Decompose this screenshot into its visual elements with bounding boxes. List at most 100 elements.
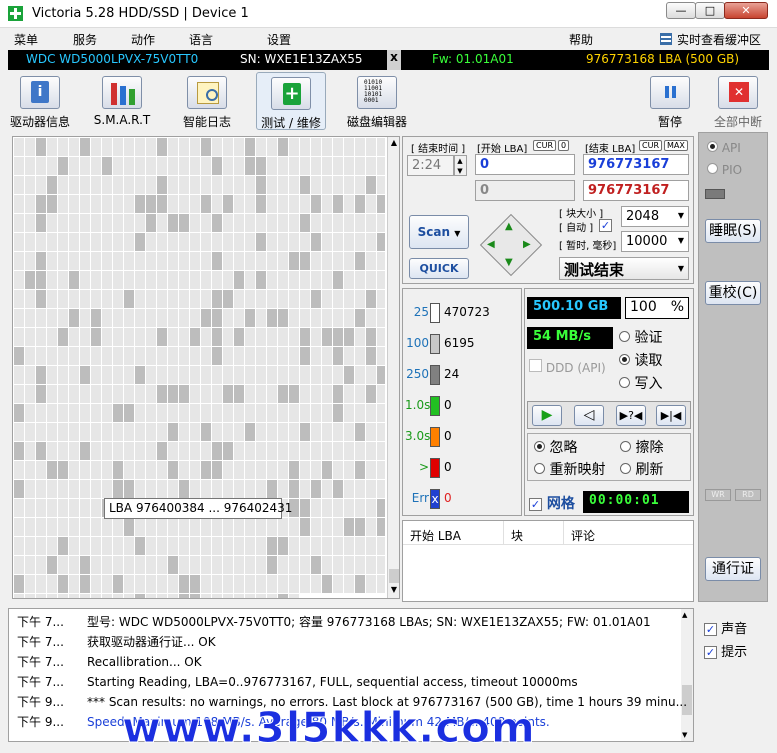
ddd-api-option[interactable]: DDD (API): [529, 359, 606, 375]
arrow-left-icon[interactable]: ◀: [487, 239, 495, 250]
rewind-icon[interactable]: ◁: [574, 405, 604, 426]
block-cell: [212, 537, 222, 555]
arrow-up-icon[interactable]: ▲: [505, 221, 513, 232]
block-cell: [333, 404, 343, 422]
block-cell: [289, 575, 299, 593]
log-scrollbar[interactable]: ▲ ▼: [681, 609, 693, 741]
quick-button[interactable]: QUICK: [409, 258, 469, 279]
start-zero-button[interactable]: 0: [558, 140, 570, 151]
grid-checkbox[interactable]: ✓: [529, 498, 542, 511]
step-icon[interactable]: ▶|◀: [656, 405, 686, 426]
sleep-button[interactable]: 睡眠(S): [705, 219, 761, 243]
sound-option[interactable]: ✓ 声音: [704, 618, 747, 637]
block-cell: [245, 195, 255, 213]
maximize-button[interactable]: □: [695, 2, 725, 19]
block-cell: [124, 176, 134, 194]
drive-info-button[interactable]: i 驱动器信息: [6, 72, 74, 130]
block-cell: [344, 518, 354, 536]
col-start-lba[interactable]: 开始 LBA: [410, 527, 461, 544]
block-cell: [190, 252, 200, 270]
pio-option[interactable]: PIO: [707, 163, 742, 177]
menu-main[interactable]: 菜单: [14, 31, 38, 48]
direction-pad[interactable]: ▲ ▼ ◀ ▶: [479, 213, 543, 277]
block-cell: [80, 404, 90, 422]
hints-checkbox[interactable]: ✓: [704, 646, 717, 659]
arrow-right-icon[interactable]: ▶: [523, 239, 531, 250]
menu-settings[interactable]: 设置: [267, 31, 291, 48]
close-button[interactable]: ✕: [724, 2, 768, 19]
play-icon[interactable]: ▶: [532, 405, 562, 426]
block-cell: [69, 385, 79, 403]
ignore-option[interactable]: 忽略: [534, 437, 577, 457]
timeout-select[interactable]: 10000 ▼: [621, 231, 689, 252]
scroll-up-icon[interactable]: ▲: [682, 611, 687, 619]
block-cell: [212, 442, 222, 460]
skip-unknown-icon[interactable]: ▶?◀: [616, 405, 646, 426]
block-size-select[interactable]: 2048 ▼: [621, 206, 689, 227]
menu-service[interactable]: 服务: [73, 31, 97, 48]
scroll-down-icon[interactable]: ▼: [389, 585, 399, 597]
block-cell: [25, 499, 35, 517]
erase-option[interactable]: 擦除: [620, 437, 663, 457]
remap-radio[interactable]: [534, 463, 545, 474]
passport-button[interactable]: 通行证: [705, 557, 761, 581]
block-cell: [14, 594, 24, 598]
scan-button[interactable]: Scan ▼: [409, 215, 469, 249]
end-lba-current-field: 976773167: [583, 180, 689, 201]
refresh-radio[interactable]: [620, 463, 631, 474]
block-cell: [366, 442, 376, 460]
write-option[interactable]: 写入: [619, 373, 662, 393]
api-radio[interactable]: [707, 141, 718, 152]
minimize-button[interactable]: —: [666, 2, 696, 19]
block-cell: [333, 214, 343, 232]
scroll-up-icon[interactable]: ▲: [389, 138, 399, 150]
smart-log-button[interactable]: 智能日志: [174, 72, 240, 130]
read-option[interactable]: 读取: [619, 350, 662, 370]
start-cur-button[interactable]: CUR: [533, 140, 556, 151]
grid-option[interactable]: ✓ 网格: [529, 493, 575, 513]
verify-option[interactable]: 验证: [619, 327, 662, 347]
end-cur-button[interactable]: CUR: [639, 140, 662, 151]
menu-help[interactable]: 帮助: [569, 31, 593, 48]
device-close-button[interactable]: x: [387, 50, 401, 70]
menu-language[interactable]: 语言: [189, 31, 213, 48]
col-comment[interactable]: 评论: [571, 527, 595, 544]
ddd-checkbox[interactable]: [529, 359, 542, 372]
menu-live-cache[interactable]: 实时查看缓冲区: [677, 31, 761, 48]
disk-editor-button[interactable]: 01010 11001 10101 0001 磁盘编辑器: [342, 72, 412, 130]
device-model[interactable]: WDC WD5000LPVX-75V0TT0: [26, 52, 198, 66]
block-cell: [234, 575, 244, 593]
refresh-option[interactable]: 刷新: [620, 459, 663, 479]
result-select[interactable]: 测试结束 ▼: [559, 257, 689, 280]
sound-checkbox[interactable]: ✓: [704, 623, 717, 636]
write-radio[interactable]: [619, 377, 630, 388]
test-repair-button[interactable]: + 测试 / 维修: [256, 72, 326, 130]
abort-all-button[interactable]: ✕ 全部中断: [708, 72, 768, 130]
block-cell: [14, 176, 24, 194]
hints-option[interactable]: ✓ 提示: [704, 641, 747, 660]
block-cell: [234, 157, 244, 175]
ignore-radio[interactable]: [534, 441, 545, 452]
recalibrate-button[interactable]: 重校(C): [705, 281, 761, 305]
scroll-thumb[interactable]: [389, 569, 399, 583]
block-cell: [223, 594, 233, 598]
smart-button[interactable]: S.M.A.R.T: [90, 72, 154, 130]
end-max-button[interactable]: MAX: [664, 140, 688, 151]
start-lba-field[interactable]: 0: [475, 154, 575, 175]
api-option[interactable]: API: [707, 141, 741, 155]
erase-radio[interactable]: [620, 441, 631, 452]
remap-option[interactable]: 重新映射: [534, 459, 605, 479]
pio-radio[interactable]: [707, 163, 718, 174]
auto-checkbox[interactable]: ✓: [599, 219, 612, 232]
end-time-field[interactable]: 2:24: [407, 155, 455, 176]
arrow-down-icon[interactable]: ▼: [505, 257, 513, 268]
scroll-down-icon[interactable]: ▼: [682, 731, 687, 739]
time-spinner[interactable]: ▲ ▼: [453, 155, 467, 176]
menu-action[interactable]: 动作: [131, 31, 155, 48]
grid-scrollbar[interactable]: ▲ ▼: [387, 137, 399, 598]
read-radio[interactable]: [619, 354, 630, 365]
verify-radio[interactable]: [619, 331, 630, 342]
pause-button[interactable]: 暂停: [644, 72, 696, 130]
col-block[interactable]: 块: [511, 527, 523, 544]
end-lba-field[interactable]: 976773167: [583, 154, 689, 175]
